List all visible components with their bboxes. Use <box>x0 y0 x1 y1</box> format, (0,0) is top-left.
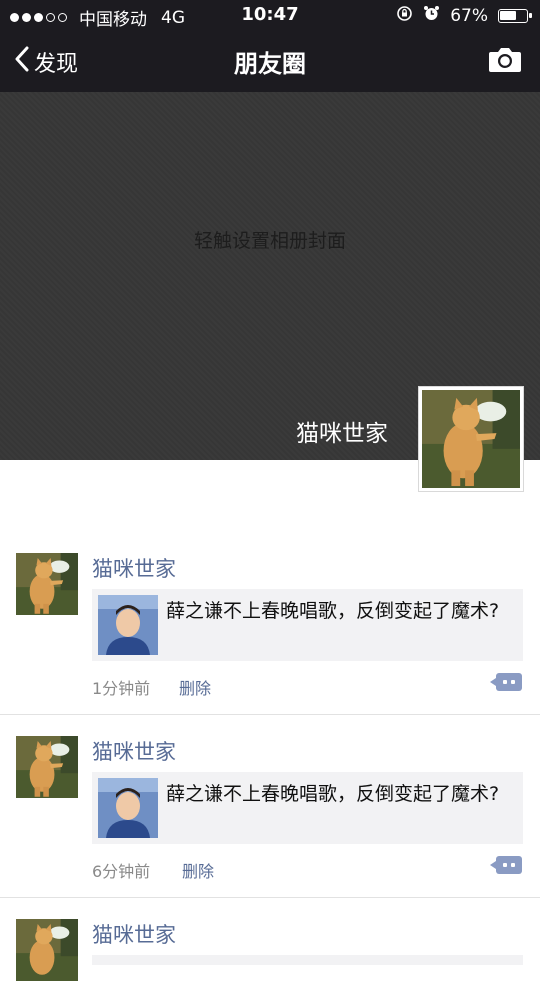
page-title: 朋友圈 <box>234 50 306 78</box>
comment-bubble-icon[interactable] <box>490 673 522 691</box>
post-avatar[interactable] <box>16 919 78 981</box>
link-thumbnail <box>98 595 158 655</box>
status-bar: 中国移动 4G 10:47 67% <box>0 0 540 30</box>
link-title: 薛之谦不上春晚唱歌，反倒变起了魔术? <box>166 600 500 622</box>
post-author-name[interactable]: 猫咪世家 <box>92 553 176 583</box>
post-author-name[interactable]: 猫咪世家 <box>92 736 176 766</box>
post-author-name[interactable]: 猫咪世家 <box>92 919 176 949</box>
shared-link-card[interactable]: 薛之谦不上春晚唱歌，反倒变起了魔术? <box>92 589 523 661</box>
post-time: 1分钟前 <box>92 679 151 698</box>
delete-button[interactable]: 删除 <box>182 858 214 882</box>
post-avatar[interactable] <box>16 553 78 615</box>
battery-icon <box>498 9 532 23</box>
alarm-icon <box>423 5 440 27</box>
comment-bubble-icon[interactable] <box>490 856 522 874</box>
status-right: 67% <box>396 5 532 27</box>
cover-hint: 轻触设置相册封面 <box>193 230 346 252</box>
cat-avatar-image <box>422 390 520 488</box>
post-divider <box>0 714 540 715</box>
profile-username: 猫咪世家 <box>296 421 388 447</box>
cat-avatar-image <box>16 736 78 798</box>
post-time: 6分钟前 <box>92 862 151 881</box>
profile-avatar[interactable] <box>418 386 524 492</box>
post-avatar[interactable] <box>16 736 78 798</box>
post-divider <box>0 897 540 898</box>
battery-level <box>500 11 516 20</box>
rotation-lock-icon <box>396 5 413 27</box>
top-bar: 中国移动 4G 10:47 67% 发现 朋友圈 <box>0 0 540 92</box>
shared-link-card[interactable]: 薛之谦不上春晚唱歌，反倒变起了魔术? <box>92 772 523 844</box>
link-thumbnail <box>98 778 158 838</box>
cat-avatar-image <box>16 553 78 615</box>
delete-button[interactable]: 删除 <box>179 675 211 699</box>
navigation-bar: 发现 朋友圈 <box>0 30 540 92</box>
link-title: 薛之谦不上春晚唱歌，反倒变起了魔术? <box>166 783 500 805</box>
cat-avatar-image <box>16 919 78 981</box>
camera-icon[interactable] <box>488 45 522 77</box>
shared-link-card[interactable] <box>92 955 523 965</box>
battery-percent: 67% <box>450 6 488 26</box>
